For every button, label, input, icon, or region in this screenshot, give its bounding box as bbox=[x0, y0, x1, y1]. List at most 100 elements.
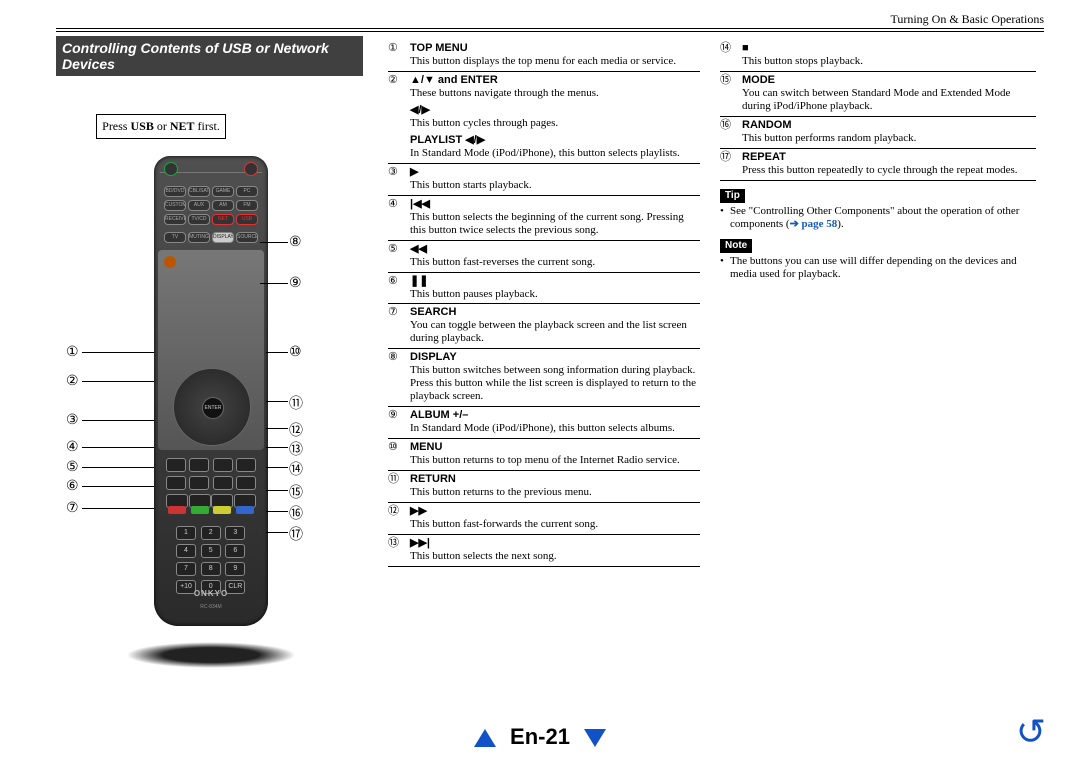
item-number: ⑧ bbox=[388, 351, 410, 403]
note-bold-net: NET bbox=[170, 119, 195, 133]
nav-prev-icon[interactable] bbox=[474, 729, 496, 747]
ctrl-row: TVMUTINGDISPLAYSOURCE bbox=[164, 232, 258, 243]
note-text-suffix: first. bbox=[195, 119, 220, 133]
callout-2: ② bbox=[66, 373, 79, 390]
item-heading: ■ bbox=[742, 42, 749, 54]
item-desc: This button selects the beginning of the… bbox=[410, 211, 700, 237]
lead-8 bbox=[260, 242, 288, 243]
item-body: ■This button stops playback. bbox=[742, 42, 1036, 68]
callout-12: ⑫ bbox=[289, 420, 303, 440]
tip-label: Tip bbox=[720, 189, 745, 203]
function-item: ⑬▶▶|This button selects the next song. bbox=[388, 535, 700, 567]
callout-7: ⑦ bbox=[66, 500, 79, 517]
page-link[interactable]: ➔ page 58 bbox=[790, 218, 838, 230]
item-heading: MODE bbox=[742, 74, 775, 86]
item-number: ⑪ bbox=[388, 473, 410, 499]
sub-heading: PLAYLIST ◀/▶ bbox=[410, 134, 485, 146]
function-item: ⑪RETURNThis button returns to the previo… bbox=[388, 471, 700, 503]
lead-1 bbox=[82, 352, 154, 353]
manual-page: Turning On & Basic Operations Controllin… bbox=[0, 0, 1080, 764]
callout-16: ⑯ bbox=[289, 503, 303, 523]
item-heading: ◀◀ bbox=[410, 243, 427, 255]
item-heading: RETURN bbox=[410, 473, 456, 485]
note-bullet: •The buttons you can use will differ dep… bbox=[720, 255, 1036, 281]
item-body: |◀◀This button selects the beginning of … bbox=[410, 198, 700, 237]
keypad: 123 456 789 +100CLR bbox=[176, 526, 246, 594]
item-body: SEARCHYou can toggle between the playbac… bbox=[410, 306, 700, 345]
item-heading: ❚❚ bbox=[410, 275, 428, 287]
item-desc2: Press this button while the list screen … bbox=[410, 377, 700, 403]
item-body: DISPLAYThis button switches between song… bbox=[410, 351, 700, 403]
sub-desc: In Standard Mode (iPod/iPhone), this but… bbox=[410, 147, 700, 160]
item-body: ▶▶This button fast-forwards the current … bbox=[410, 505, 700, 531]
item-body: ❚❚This button pauses playback. bbox=[410, 275, 700, 301]
rule-top bbox=[56, 28, 1044, 29]
note-text: The buttons you can use will differ depe… bbox=[730, 255, 1036, 281]
item-body: RANDOMThis button performs random playba… bbox=[742, 119, 1036, 145]
item-heading: SEARCH bbox=[410, 306, 456, 318]
function-item: ④|◀◀This button selects the beginning of… bbox=[388, 196, 700, 241]
lead-15 bbox=[266, 490, 288, 491]
item-body: ▶▶|This button selects the next song. bbox=[410, 537, 700, 563]
src-row-3: RECEIVERTV/CDNETUSB bbox=[164, 214, 258, 225]
item-number: ⑥ bbox=[388, 275, 410, 301]
function-item: ⑯RANDOMThis button performs random playb… bbox=[720, 117, 1036, 149]
item-number: ⑰ bbox=[720, 151, 742, 177]
item-number: ① bbox=[388, 42, 410, 68]
media-row-2 bbox=[166, 476, 256, 490]
sub-heading: ◀/▶ bbox=[410, 104, 430, 116]
tip-bullet: •See "Controlling Other Components" abou… bbox=[720, 205, 1036, 231]
item-sub: ◀/▶This button cycles through pages. bbox=[410, 104, 700, 130]
note-bold-usb: USB bbox=[130, 119, 153, 133]
item-desc: This button selects the next song. bbox=[410, 550, 700, 563]
lead-5 bbox=[82, 467, 154, 468]
remote-model: RC-834M bbox=[154, 604, 268, 610]
item-body: ▲/▼ and ENTERThese buttons navigate thro… bbox=[410, 74, 700, 160]
callout-13: ⑬ bbox=[289, 439, 303, 459]
dpad: ENTER bbox=[173, 368, 251, 446]
remote-body: BD/DVDCBL/SATGAMEPC CUSTOMAUXAMFM RECEIV… bbox=[154, 156, 268, 626]
lead-4 bbox=[82, 447, 154, 448]
callout-5: ⑤ bbox=[66, 459, 79, 476]
item-number: ⑦ bbox=[388, 306, 410, 345]
callout-17: ⑰ bbox=[289, 524, 303, 544]
lead-2 bbox=[82, 381, 154, 382]
lead-11 bbox=[266, 401, 288, 402]
item-desc: This button performs random playback. bbox=[742, 132, 1036, 145]
callout-15: ⑮ bbox=[289, 482, 303, 502]
item-body: RETURNThis button returns to the previou… bbox=[410, 473, 700, 499]
item-desc: You can switch between Standard Mode and… bbox=[742, 87, 1036, 113]
item-number: ⑤ bbox=[388, 243, 410, 269]
function-item: ⑨ALBUM +/–In Standard Mode (iPod/iPhone)… bbox=[388, 407, 700, 439]
page-number: En-21 bbox=[510, 724, 570, 749]
item-body: ▶This button starts playback. bbox=[410, 166, 700, 192]
function-item: ②▲/▼ and ENTERThese buttons navigate thr… bbox=[388, 72, 700, 164]
item-desc: This button stops playback. bbox=[742, 55, 1036, 68]
item-number: ③ bbox=[388, 166, 410, 192]
item-desc: This button fast-forwards the current so… bbox=[410, 518, 700, 531]
lead-7 bbox=[82, 508, 154, 509]
item-body: MENUThis button returns to top menu of t… bbox=[410, 441, 700, 467]
power-icon bbox=[164, 256, 176, 268]
nav-next-icon[interactable] bbox=[584, 729, 606, 747]
back-icon[interactable]: ↺ bbox=[1016, 714, 1046, 750]
src-row-2: CUSTOMAUXAMFM bbox=[164, 200, 258, 211]
function-item: ⑩MENUThis button returns to top menu of … bbox=[388, 439, 700, 471]
function-item: ⑧DISPLAYThis button switches between son… bbox=[388, 349, 700, 407]
note-text-mid: or bbox=[154, 119, 170, 133]
function-item: ⑤◀◀This button fast-reverses the current… bbox=[388, 241, 700, 273]
lead-6 bbox=[82, 486, 154, 487]
item-body: ALBUM +/–In Standard Mode (iPod/iPhone),… bbox=[410, 409, 700, 435]
item-heading: ALBUM +/– bbox=[410, 409, 468, 421]
callout-6: ⑥ bbox=[66, 478, 79, 495]
item-body: REPEATPress this button repeatedly to cy… bbox=[742, 151, 1036, 177]
item-number: ⑬ bbox=[388, 537, 410, 563]
item-heading: ▶▶ bbox=[410, 505, 427, 517]
item-desc: This button starts playback. bbox=[410, 179, 700, 192]
item-heading: REPEAT bbox=[742, 151, 786, 163]
callout-14: ⑭ bbox=[289, 459, 303, 479]
item-desc: This button fast-reverses the current so… bbox=[410, 256, 700, 269]
item-sub: PLAYLIST ◀/▶In Standard Mode (iPod/iPhon… bbox=[410, 134, 700, 160]
item-desc: This button displays the top menu for ea… bbox=[410, 55, 700, 68]
function-item: ①TOP MENUThis button displays the top me… bbox=[388, 40, 700, 72]
